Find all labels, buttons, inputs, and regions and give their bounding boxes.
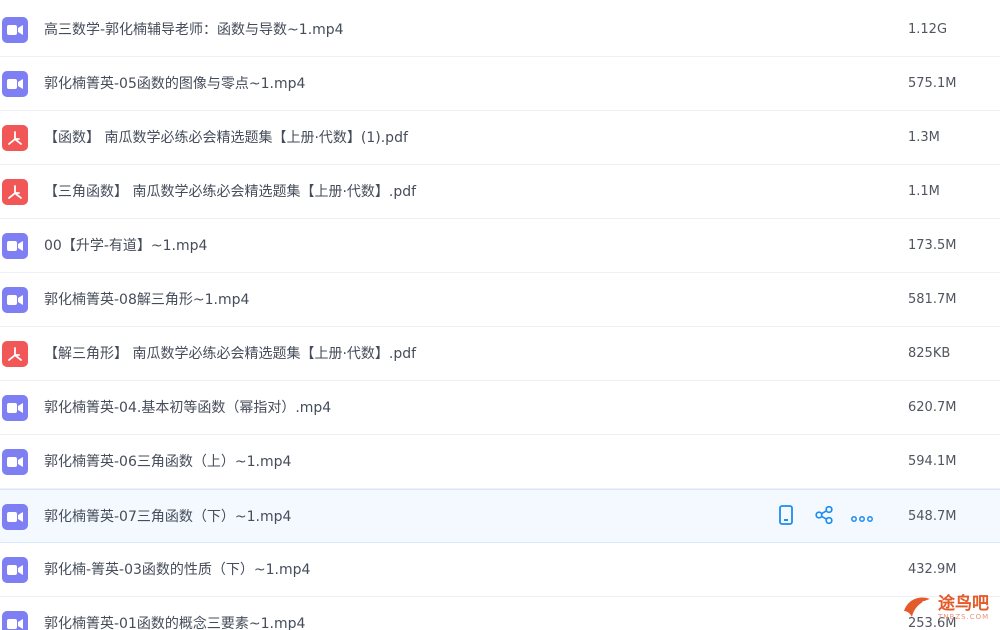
file-row[interactable]: 00【升学-有道】~1.mp4 173.5M: [0, 219, 1000, 273]
file-name-link[interactable]: 郭化楠箐英-06三角函数（上）~1.mp4: [44, 435, 291, 489]
file-name-link[interactable]: 郭化楠箐英-01函数的概念三要素~1.mp4: [44, 597, 305, 630]
video-file-icon: [2, 71, 28, 97]
file-row[interactable]: 郭化楠箐英-04.基本初等函数（幂指对）.mp4 620.7M: [0, 381, 1000, 435]
video-file-icon: [2, 611, 28, 630]
video-file-icon: [2, 557, 28, 583]
watermark: 途鸟吧 TNBZS.COM: [900, 588, 998, 628]
file-size: 173.5M: [908, 238, 957, 253]
file-name-link[interactable]: 郭化楠箐英-08解三角形~1.mp4: [44, 273, 249, 327]
file-name-link[interactable]: 郭化楠-箐英-03函数的性质（下）~1.mp4: [44, 543, 310, 597]
file-size: 575.1M: [908, 76, 957, 91]
watermark-subtext: TNBZS.COM: [938, 613, 990, 621]
pdf-file-icon: [2, 341, 28, 367]
video-file-icon: [2, 17, 28, 43]
file-name-link[interactable]: 【解三角形】 南瓜数学必练必会精选题集【上册·代数】.pdf: [44, 327, 416, 381]
file-size: 620.7M: [908, 400, 957, 415]
video-file-icon: [2, 233, 28, 259]
pdf-file-icon: [2, 179, 28, 205]
file-name-link[interactable]: 【函数】 南瓜数学必练必会精选题集【上册·代数】(1).pdf: [44, 111, 408, 165]
file-size: 1.1M: [908, 184, 940, 199]
file-size: 548.7M: [908, 509, 957, 524]
file-name-link[interactable]: 郭化楠箐英-05函数的图像与零点~1.mp4: [44, 57, 305, 111]
phone-button[interactable]: [772, 503, 800, 531]
watermark-text: 途鸟吧: [938, 594, 989, 614]
file-row[interactable]: 郭化楠箐英-05函数的图像与零点~1.mp4 575.1M: [0, 57, 1000, 111]
file-name-link[interactable]: 郭化楠箐英-04.基本初等函数（幂指对）.mp4: [44, 381, 331, 435]
video-file-icon: [2, 287, 28, 313]
file-name-link[interactable]: 高三数学-郭化楠辅导老师：函数与导数~1.mp4: [44, 3, 344, 57]
pdf-file-icon: [2, 125, 28, 151]
file-row[interactable]: 【函数】 南瓜数学必练必会精选题集【上册·代数】(1).pdf 1.3M: [0, 111, 1000, 165]
share-button[interactable]: [810, 503, 838, 531]
video-file-icon: [2, 395, 28, 421]
file-name-link[interactable]: 郭化楠箐英-07三角函数（下）~1.mp4: [44, 490, 291, 544]
more-icon: [851, 508, 873, 527]
file-size: 594.1M: [908, 454, 957, 469]
more-button[interactable]: [848, 503, 876, 531]
watermark-logo-icon: [900, 589, 934, 627]
share-icon: [814, 505, 834, 529]
file-row[interactable]: 郭化楠-箐英-03函数的性质（下）~1.mp4 432.9M: [0, 543, 1000, 597]
file-row[interactable]: 郭化楠箐英-01函数的概念三要素~1.mp4 253.6M: [0, 597, 1000, 630]
file-size: 1.3M: [908, 130, 940, 145]
file-size: 1.12G: [908, 22, 948, 37]
file-row[interactable]: 【三角函数】 南瓜数学必练必会精选题集【上册·代数】.pdf 1.1M: [0, 165, 1000, 219]
file-row[interactable]: 郭化楠箐英-07三角函数（下）~1.mp4 548.7M: [0, 489, 1000, 543]
file-name-link[interactable]: 【三角函数】 南瓜数学必练必会精选题集【上册·代数】.pdf: [44, 165, 416, 219]
video-file-icon: [2, 504, 28, 530]
file-row[interactable]: 郭化楠箐英-08解三角形~1.mp4 581.7M: [0, 273, 1000, 327]
file-row[interactable]: 【解三角形】 南瓜数学必练必会精选题集【上册·代数】.pdf 825KB: [0, 327, 1000, 381]
file-row[interactable]: 郭化楠箐英-06三角函数（上）~1.mp4 594.1M: [0, 435, 1000, 489]
phone-icon: [778, 505, 794, 529]
file-list: 高三数学-郭化楠辅导老师：函数与导数~1.mp4 1.12G 郭化楠箐英-05函数的…: [0, 0, 1000, 630]
file-row[interactable]: 高三数学-郭化楠辅导老师：函数与导数~1.mp4 1.12G: [0, 3, 1000, 57]
video-file-icon: [2, 449, 28, 475]
file-name-link[interactable]: 00【升学-有道】~1.mp4: [44, 219, 207, 273]
file-size: 581.7M: [908, 292, 957, 307]
file-size: 825KB: [908, 346, 951, 361]
row-actions: [772, 490, 886, 544]
